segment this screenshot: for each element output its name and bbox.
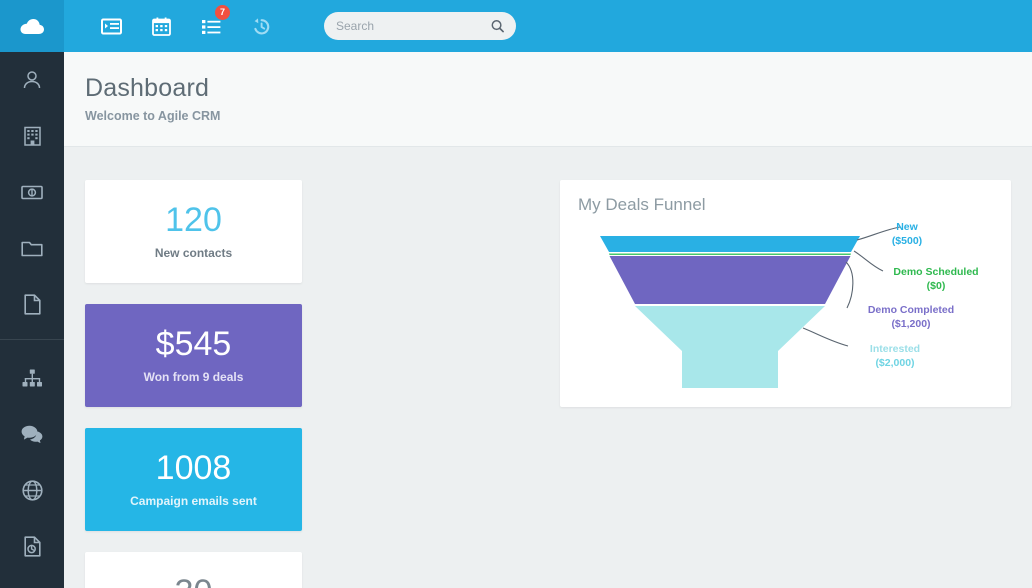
sidebar-divider — [0, 339, 64, 340]
dashboard-content: 120 New contacts $545 Won from 9 deals 1… — [64, 147, 1032, 588]
stat-card-won-deals[interactable]: $545 Won from 9 deals — [85, 304, 302, 407]
building-icon — [23, 126, 41, 146]
page-subtitle: Welcome to Agile CRM — [85, 109, 221, 123]
money-icon — [21, 185, 43, 199]
app-logo[interactable] — [0, 0, 64, 52]
analytics-doc-icon — [23, 535, 41, 557]
sidebar-item-web[interactable] — [0, 462, 64, 518]
stat-label: New contacts — [154, 245, 233, 260]
globe-icon — [21, 479, 43, 501]
funnel-amount-new: ($500) — [892, 235, 922, 247]
panel-title: My Deals Funnel — [578, 195, 706, 214]
stat-value: $545 — [155, 325, 232, 364]
chat-bubble-icon — [21, 425, 43, 443]
sidebar-item-deals[interactable] — [0, 164, 64, 220]
sidebar-item-reports[interactable] — [0, 276, 64, 332]
stat-card-new-deals[interactable]: 30 New deals worth $5,318 — [85, 552, 302, 588]
top-navigation-bar: 7 — [0, 0, 1032, 52]
global-search[interactable] — [324, 12, 516, 40]
stat-value: 30 — [175, 574, 213, 588]
sidebar-item-documents[interactable] — [0, 220, 64, 276]
deals-funnel-panel: My Deals Funnel New ($500) Demo Schedule — [560, 180, 1011, 407]
top-nav-icon-group: 7 — [64, 0, 286, 52]
workflow-icon — [22, 369, 42, 386]
funnel-label-new: New — [896, 221, 918, 233]
funnel-stage-new[interactable] — [600, 236, 860, 252]
funnel-label-interested: Interested — [870, 343, 920, 355]
funnel-stage-interested[interactable] — [635, 306, 825, 388]
folder-icon — [21, 241, 43, 256]
calendar-icon — [151, 17, 171, 36]
funnel-stage-demo-completed[interactable] — [609, 256, 851, 304]
stat-label: Campaign emails sent — [130, 493, 257, 508]
stat-value: 1008 — [155, 449, 232, 488]
stat-value: 120 — [165, 201, 222, 240]
funnel-stage-demo-scheduled[interactable] — [609, 253, 851, 256]
funnel-chart: New ($500) Demo Scheduled ($0) Demo Comp… — [600, 221, 979, 388]
document-icon — [23, 293, 41, 315]
sidebar-item-contacts[interactable] — [0, 52, 64, 108]
history-clock-icon — [253, 17, 269, 34]
tasks-list-icon — [201, 19, 220, 34]
page-header: Dashboard Welcome to Agile CRM — [64, 52, 1032, 147]
sidebar-item-social[interactable] — [0, 406, 64, 462]
stat-card-grid: 120 New contacts $545 Won from 9 deals 1… — [85, 180, 536, 588]
notes-list-icon — [100, 18, 122, 34]
page-title: Dashboard — [85, 74, 210, 102]
nav-calendar-button[interactable] — [136, 0, 186, 52]
stat-card-new-contacts[interactable]: 120 New contacts — [85, 180, 302, 283]
funnel-amount-demo-scheduled: ($0) — [927, 280, 946, 292]
nav-notes-button[interactable] — [86, 0, 136, 52]
task-notification-badge: 7 — [215, 5, 230, 20]
sidebar-item-companies[interactable] — [0, 108, 64, 164]
dashboard-page: 7 Search Dashboard Welcome to Agile CRM … — [0, 0, 1032, 588]
nav-tasks-button[interactable]: 7 — [186, 0, 236, 52]
cloud-icon — [20, 19, 44, 34]
nav-recent-button[interactable] — [236, 0, 286, 52]
stat-card-campaign-emails[interactable]: 1008 Campaign emails sent — [85, 428, 302, 531]
search-icon[interactable] — [491, 19, 504, 33]
sidebar-item-analytics[interactable] — [0, 518, 64, 574]
person-icon — [23, 71, 41, 89]
left-sidebar — [0, 52, 64, 588]
funnel-amount-interested: ($2,000) — [875, 357, 914, 369]
dashboard-top-row: 120 New contacts $545 Won from 9 deals 1… — [85, 180, 1011, 588]
funnel-label-demo-completed: Demo Completed — [868, 304, 954, 316]
funnel-amount-demo-completed: ($1,200) — [891, 318, 930, 330]
stat-label: Won from 9 deals — [143, 369, 244, 384]
funnel-label-demo-scheduled: Demo Scheduled — [893, 266, 978, 278]
search-input[interactable] — [336, 19, 491, 33]
sidebar-item-campaigns[interactable] — [0, 350, 64, 406]
